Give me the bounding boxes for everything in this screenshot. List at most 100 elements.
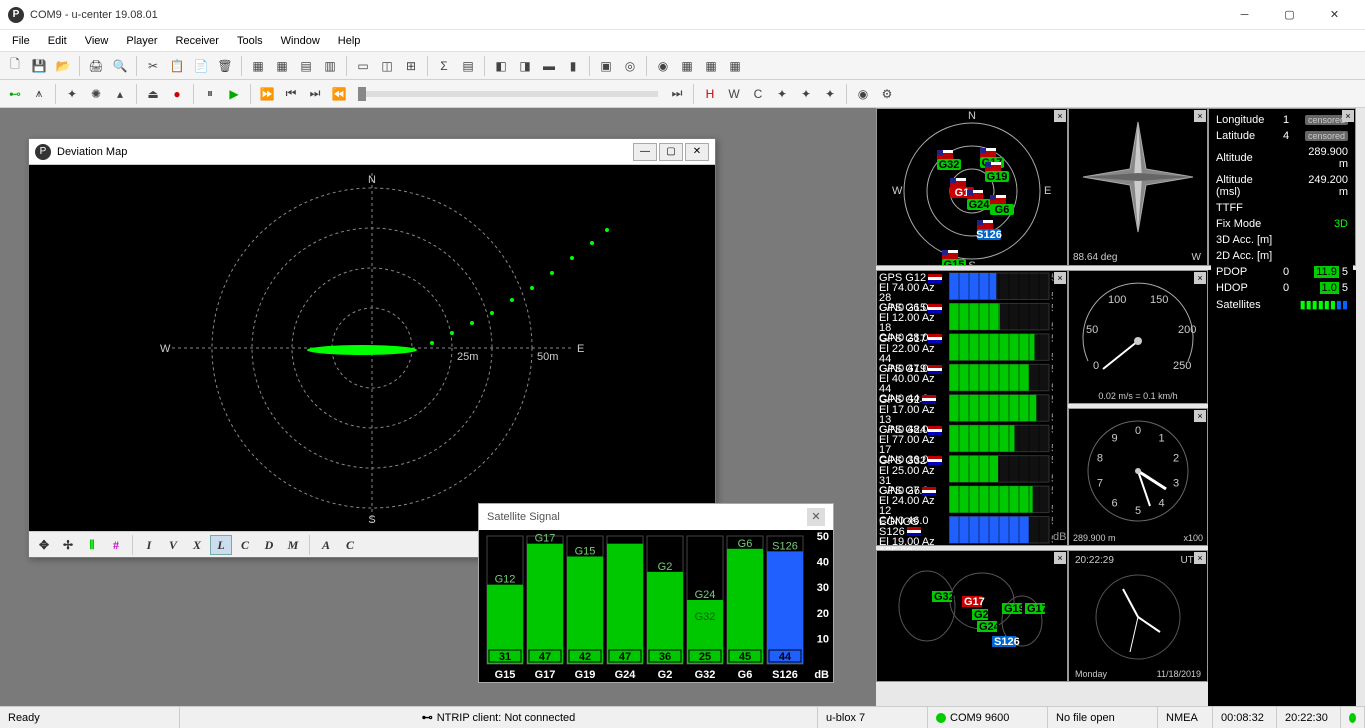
menu-tools[interactable]: Tools	[229, 33, 271, 49]
menu-window[interactable]: Window	[273, 33, 328, 49]
devbtn-i[interactable]: I	[138, 535, 160, 555]
devbtn-x[interactable]: X	[186, 535, 208, 555]
dock-btn-10[interactable]: ▦	[724, 55, 746, 77]
devbtn-pick[interactable]: ✥	[33, 535, 55, 555]
altclock-close[interactable]: ×	[1194, 410, 1206, 422]
timeclock-dock[interactable]: × 20:22:29 UTC Monday 11/18/2019	[1068, 550, 1208, 682]
view-btn-7[interactable]: ⊞	[400, 55, 422, 77]
step-back-button[interactable]: ⏮	[280, 83, 302, 105]
signal-detail-close[interactable]: ×	[1054, 272, 1066, 284]
skyview-dock[interactable]: × N S E W G32 G17 G19 G1 G24	[876, 108, 1068, 266]
view-btn-1[interactable]: ▦	[247, 55, 269, 77]
hot-btn-x2[interactable]: ✦	[795, 83, 817, 105]
menu-receiver[interactable]: Receiver	[168, 33, 227, 49]
menu-file[interactable]: File	[4, 33, 38, 49]
devbtn-move[interactable]: ✢	[57, 535, 79, 555]
settings-button[interactable]: ⚙	[876, 83, 898, 105]
hot-btn-c[interactable]: C	[747, 83, 769, 105]
tool-wand[interactable]: ✦	[61, 83, 83, 105]
compass-dock[interactable]: × 88.64 deg W	[1068, 108, 1208, 266]
view-btn-9[interactable]: ▤	[457, 55, 479, 77]
minimize-button[interactable]: ─	[1222, 0, 1267, 30]
cut-button[interactable]: ✂	[142, 55, 164, 77]
deviation-radar[interactable]: N S E W 25m 50m	[29, 165, 715, 531]
signal-detail-dock[interactable]: × GPS G12El 74.00 Az 28C/N0 26.0GPS G15E…	[876, 270, 1068, 546]
svg-text:G32: G32	[695, 611, 716, 623]
world-dock[interactable]: × G32 G17 G2 G24 G19 G17 S126	[876, 550, 1068, 682]
timeclock-close[interactable]: ×	[1194, 552, 1206, 564]
copy-button[interactable]: 📋	[166, 55, 188, 77]
menu-view[interactable]: View	[77, 33, 117, 49]
paste-button[interactable]: 📄	[190, 55, 212, 77]
tool-bug[interactable]: ✺	[85, 83, 107, 105]
play-button[interactable]: ▶	[223, 83, 245, 105]
side-panel: × N S E W G32 G17 G19 G1 G24	[876, 108, 1365, 706]
hot-btn-x3[interactable]: ✦	[819, 83, 841, 105]
menu-edit[interactable]: Edit	[40, 33, 75, 49]
hot-btn-h[interactable]: H	[699, 83, 721, 105]
close-button[interactable]: ✕	[1312, 0, 1357, 30]
devbtn-c2[interactable]: C	[339, 535, 361, 555]
devbtn-d[interactable]: D	[258, 535, 280, 555]
deviation-min-button[interactable]: —	[633, 143, 657, 161]
view-btn-5[interactable]: ▭	[352, 55, 374, 77]
deviation-close-button[interactable]: ✕	[685, 143, 709, 161]
maximize-button[interactable]: ▢	[1267, 0, 1312, 30]
dock-btn-3[interactable]: ▬	[538, 55, 560, 77]
devbtn-l[interactable]: L	[210, 535, 232, 555]
new-button[interactable]: 🗋	[4, 55, 26, 77]
step-fwd-button[interactable]: ⏭	[304, 83, 326, 105]
info-close[interactable]: ×	[1342, 110, 1354, 122]
pause-button[interactable]: ⏸	[199, 83, 221, 105]
devbtn-grid[interactable]: #	[105, 535, 127, 555]
devbtn-zoom[interactable]: ⦀	[81, 535, 103, 555]
speedo-dock[interactable]: × 50100150 2002500 0.02 m/s = 0.1 km/h	[1068, 270, 1208, 404]
baud-button[interactable]: ⩚	[28, 83, 50, 105]
connect-button[interactable]: ⊷	[4, 83, 26, 105]
devbtn-c[interactable]: C	[234, 535, 256, 555]
altclock-dock[interactable]: × 0123456789 289.900 m x100	[1068, 408, 1208, 546]
tool-misc[interactable]: ▴	[109, 83, 131, 105]
devbtn-a[interactable]: A	[315, 535, 337, 555]
skyview-close[interactable]: ×	[1054, 110, 1066, 122]
menu-player[interactable]: Player	[118, 33, 165, 49]
open-button[interactable]: 📂	[52, 55, 74, 77]
devbtn-v[interactable]: V	[162, 535, 184, 555]
satsig-titlebar[interactable]: Satellite Signal ✕	[479, 504, 833, 530]
record-button[interactable]: ●	[166, 83, 188, 105]
skip-start-button[interactable]: ⏪	[328, 83, 350, 105]
dock-btn-5[interactable]: ▣	[595, 55, 617, 77]
deviation-max-button[interactable]: ▢	[659, 143, 683, 161]
deviation-titlebar[interactable]: P Deviation Map — ▢ ✕	[29, 139, 715, 165]
delete-button[interactable]: 🗑	[214, 55, 236, 77]
skip-end-button[interactable]: ⏭	[666, 83, 688, 105]
dock-btn-6[interactable]: ◎	[619, 55, 641, 77]
print-preview-button[interactable]: 🔍	[109, 55, 131, 77]
save-button[interactable]: 💾	[28, 55, 50, 77]
devbtn-m[interactable]: M	[282, 535, 304, 555]
hot-btn-x4[interactable]: ◉	[852, 83, 874, 105]
world-close[interactable]: ×	[1054, 552, 1066, 564]
menu-help[interactable]: Help	[330, 33, 369, 49]
dock-btn-7[interactable]: ◉	[652, 55, 674, 77]
satsig-close-button[interactable]: ✕	[807, 508, 825, 526]
mdi-area: P Deviation Map — ▢ ✕	[0, 108, 876, 706]
view-btn-6[interactable]: ◫	[376, 55, 398, 77]
dock-btn-9[interactable]: ▦	[700, 55, 722, 77]
view-btn-3[interactable]: ▤	[295, 55, 317, 77]
view-btn-2[interactable]: ▦	[271, 55, 293, 77]
dock-btn-4[interactable]: ▮	[562, 55, 584, 77]
dock-btn-8[interactable]: ▦	[676, 55, 698, 77]
dock-btn-2[interactable]: ◨	[514, 55, 536, 77]
dock-btn-1[interactable]: ◧	[490, 55, 512, 77]
speedo-close[interactable]: ×	[1194, 272, 1206, 284]
hot-btn-w[interactable]: W	[723, 83, 745, 105]
view-btn-8[interactable]: Σ	[433, 55, 455, 77]
print-button[interactable]: 🖨	[85, 55, 107, 77]
compass-close[interactable]: ×	[1194, 110, 1206, 122]
view-btn-4[interactable]: ▥	[319, 55, 341, 77]
hot-btn-x1[interactable]: ✦	[771, 83, 793, 105]
ff-button[interactable]: ⏩	[256, 83, 278, 105]
eject-button[interactable]: ⏏	[142, 83, 164, 105]
seek-slider[interactable]	[358, 91, 658, 97]
